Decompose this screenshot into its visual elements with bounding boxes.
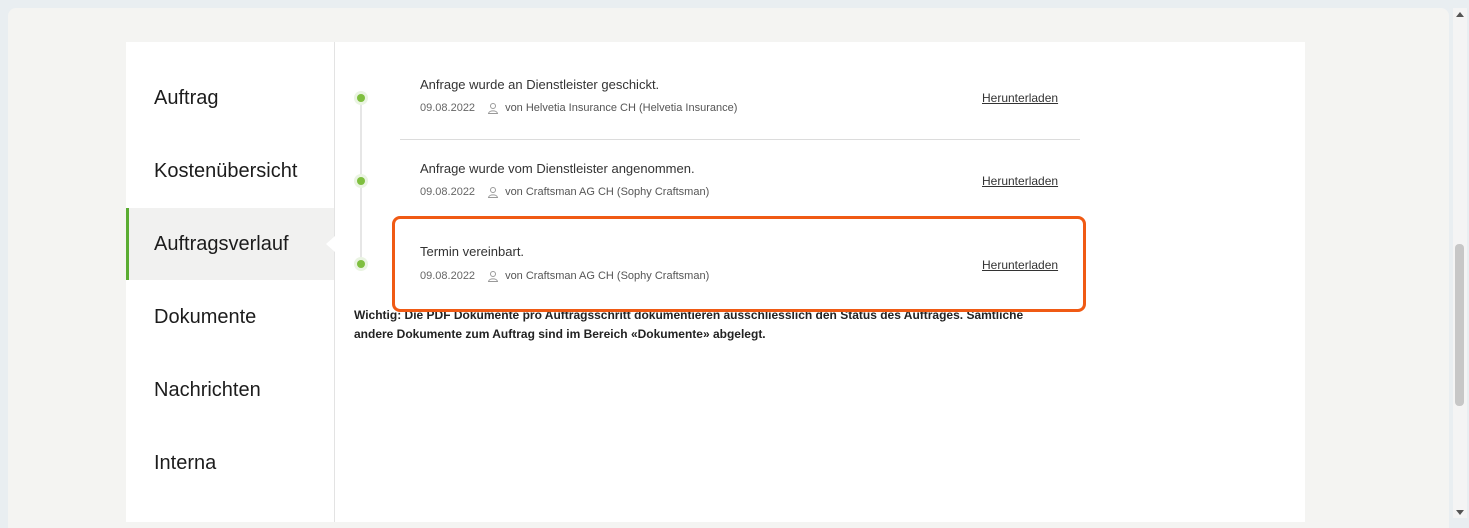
timeline-entry-title: Termin vereinbart. <box>420 244 525 259</box>
sidebar-item-nachrichten[interactable]: Nachrichten <box>126 354 334 426</box>
sidebar-item-label: Interna <box>154 451 217 474</box>
sidebar-item-dokumente[interactable]: Dokumente <box>126 281 334 353</box>
info-note: Wichtig: Die PDF Dokumente pro Auftragss… <box>354 306 1054 344</box>
info-note-line: andere Dokumente zum Auftrag sind im Ber… <box>354 327 766 341</box>
download-link[interactable]: Herunterladen <box>982 258 1058 272</box>
timeline-entry-author: von Craftsman AG CH (Sophy Craftsman) <box>505 186 710 198</box>
sidebar-item-label: Auftrag <box>154 86 219 109</box>
sidebar-item-label: Dokumente <box>154 305 257 328</box>
user-icon <box>487 271 499 282</box>
timeline-entry-date: 09.08.2022 <box>420 186 476 198</box>
timeline-entry-meta: 09.08.2022 von Craftsman AG CH (Sophy Cr… <box>420 270 709 282</box>
timeline-entry-author: von Craftsman AG CH (Sophy Craftsman) <box>505 270 710 282</box>
sidebar-item-auftrag[interactable]: Auftrag <box>126 62 334 134</box>
timeline-dot <box>357 260 365 268</box>
timeline-entry-date: 09.08.2022 <box>420 102 476 114</box>
sidebar-item-kostenuebersicht[interactable]: Kostenübersicht <box>126 135 334 207</box>
user-icon <box>487 103 499 114</box>
active-indicator-notch <box>326 236 335 252</box>
sidebar-item-auftragsverlauf[interactable]: Auftragsverlauf <box>126 208 335 280</box>
timeline-entry-title: Anfrage wurde vom Dienstleister angenomm… <box>420 161 695 176</box>
timeline-dot <box>357 177 365 185</box>
timeline-entry-author: von Helvetia Insurance CH (Helvetia Insu… <box>505 102 738 114</box>
scrollbar-thumb[interactable] <box>1455 244 1464 406</box>
info-note-line: Wichtig: Die PDF Dokumente pro Auftragss… <box>354 308 1024 322</box>
download-link[interactable]: Herunterladen <box>982 174 1058 188</box>
download-link[interactable]: Herunterladen <box>982 91 1058 105</box>
scroll-down-icon[interactable] <box>1456 510 1464 515</box>
timeline-entry-title: Anfrage wurde an Dienstleister geschickt… <box>420 77 660 92</box>
user-icon <box>487 187 499 198</box>
timeline-separator <box>400 139 1080 140</box>
sidebar-item-label: Auftragsverlauf <box>154 232 289 255</box>
timeline-entry-meta: 09.08.2022 von Helvetia Insurance CH (He… <box>420 102 737 114</box>
sidebar-item-label: Kostenübersicht <box>154 159 298 182</box>
sidebar-item-label: Nachrichten <box>154 378 261 401</box>
timeline-entry-date: 09.08.2022 <box>420 270 476 282</box>
timeline-dot <box>357 94 365 102</box>
sidebar-item-interna[interactable]: Interna <box>126 427 334 499</box>
sidebar: Auftrag Kostenübersicht Auftragsverlauf … <box>126 42 335 522</box>
scroll-up-icon[interactable] <box>1456 12 1464 17</box>
timeline-entry-meta: 09.08.2022 von Craftsman AG CH (Sophy Cr… <box>420 186 709 198</box>
